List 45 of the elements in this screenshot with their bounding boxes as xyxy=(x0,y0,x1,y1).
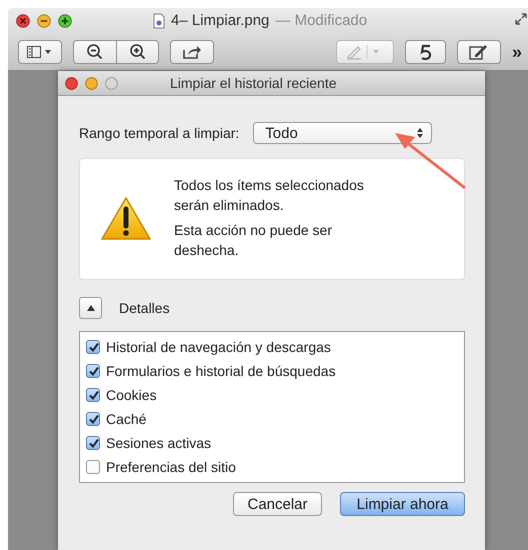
fullscreen-icon[interactable] xyxy=(514,12,528,26)
dialog-title: Limpiar el historial reciente xyxy=(170,75,337,91)
document-status: — Modificado xyxy=(275,12,368,29)
warning-message: Esta acción no puede ser deshecha. xyxy=(174,220,333,260)
cancel-button[interactable]: Cancelar xyxy=(233,492,322,516)
edit-button[interactable] xyxy=(457,40,501,64)
zoom-icon[interactable] xyxy=(58,14,72,28)
checkbox[interactable] xyxy=(86,412,100,426)
details-toggle[interactable] xyxy=(79,297,102,319)
share-button[interactable] xyxy=(170,40,214,64)
warning-message: Todos los ítems seleccionados serán eliminados. xyxy=(174,176,365,214)
item-label: Cookies xyxy=(106,387,157,403)
range-select[interactable]: Todo xyxy=(253,122,432,144)
minimize-icon[interactable] xyxy=(37,14,51,28)
close-icon[interactable] xyxy=(16,14,30,28)
details-label: Detalles xyxy=(119,300,170,316)
rotate-button[interactable] xyxy=(405,40,446,64)
window-title: 4– Limpiar.png xyxy=(171,12,270,29)
item-label: Formularios e historial de búsquedas xyxy=(106,363,336,379)
close-icon[interactable] xyxy=(65,76,78,90)
document-icon xyxy=(153,12,165,28)
warning-icon xyxy=(100,196,152,242)
checkbox[interactable] xyxy=(86,340,100,354)
clear-now-button[interactable]: Limpiar ahora xyxy=(340,492,465,516)
zoom-out-button[interactable] xyxy=(73,40,116,64)
item-label: Sesiones activas xyxy=(106,435,212,451)
checkbox[interactable] xyxy=(86,436,100,450)
range-label: Rango temporal a limpiar: xyxy=(79,125,240,141)
zoom-in-button[interactable] xyxy=(116,40,159,64)
item-label: Preferencias del sitio xyxy=(106,459,236,475)
triangle-icon xyxy=(86,304,96,312)
checkbox[interactable] xyxy=(86,388,100,402)
item-label: Caché xyxy=(106,411,146,427)
sidebar-icon xyxy=(27,46,53,58)
zoom-in-icon xyxy=(128,43,146,61)
stepper-icon xyxy=(416,127,424,139)
overflow-button[interactable]: » xyxy=(512,42,528,62)
item-label: Historial de navegación y descargas xyxy=(106,339,331,355)
share-icon xyxy=(182,44,202,60)
edit-icon xyxy=(469,44,489,60)
checkbox[interactable] xyxy=(86,364,100,378)
minimize-icon[interactable] xyxy=(85,76,98,90)
zoom-out-icon xyxy=(86,43,104,61)
checkbox[interactable] xyxy=(86,460,100,474)
sidebar-button[interactable] xyxy=(18,40,62,64)
